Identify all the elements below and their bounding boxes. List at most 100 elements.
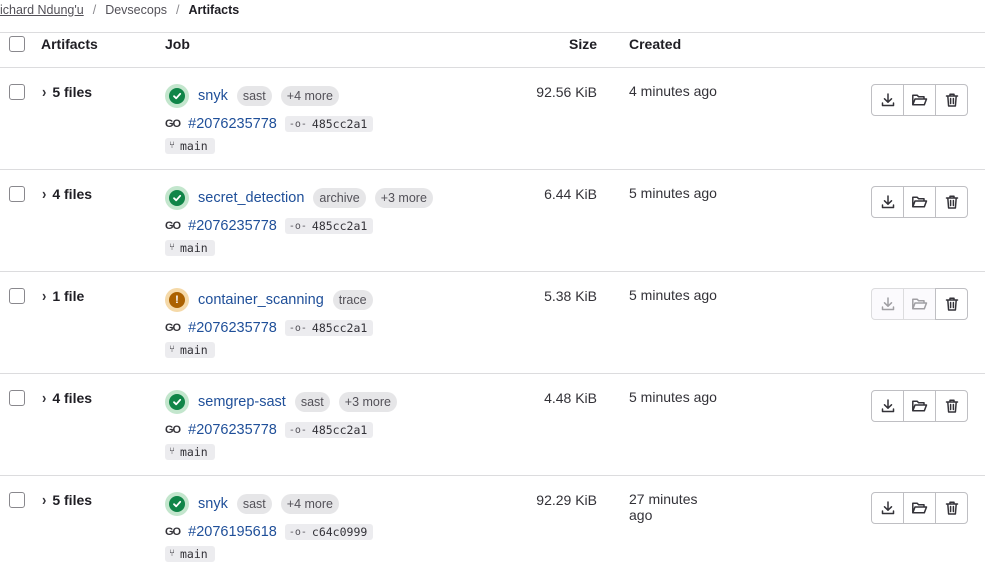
pipeline-id-link[interactable]: #2076235778: [188, 116, 277, 132]
job-tag-badge: sast: [236, 494, 272, 514]
browse-button[interactable]: [903, 288, 936, 320]
job-name-link[interactable]: secret_detection: [198, 190, 304, 206]
chevron-right-icon: ›: [42, 286, 47, 305]
exclamation-icon: !: [169, 292, 185, 308]
row-checkbox[interactable]: [9, 84, 25, 100]
branch-link[interactable]: ⑂ main: [165, 239, 215, 256]
breadcrumb-user-link[interactable]: ichard Ndung'u: [0, 3, 84, 17]
created-time: 5 minutes ago: [629, 389, 717, 405]
row-actions: [871, 288, 968, 320]
expand-files-toggle[interactable]: › 5 files: [42, 490, 92, 509]
commit-sha-link[interactable]: -o- 485cc2a1: [284, 116, 374, 132]
delete-button[interactable]: [935, 186, 968, 218]
expand-files-toggle[interactable]: › 5 files: [42, 82, 93, 101]
job-name-link[interactable]: container_scanning: [198, 292, 324, 308]
artifact-size: 5.38 KiB: [544, 288, 597, 304]
trash-icon: [944, 194, 960, 210]
commit-sha-link[interactable]: -o- 485cc2a1: [284, 320, 374, 336]
branch-name: main: [180, 138, 208, 153]
created-time: 4 minutes ago: [629, 83, 717, 99]
row-checkbox[interactable]: [9, 186, 25, 202]
pipeline-icon: GO: [165, 526, 181, 538]
download-button[interactable]: [871, 288, 904, 320]
warning-status-icon[interactable]: !: [165, 288, 189, 312]
commit-sha: 485cc2a1: [311, 423, 368, 437]
pipeline-id-link[interactable]: #2076235778: [188, 422, 277, 438]
browse-button[interactable]: [903, 390, 936, 422]
chevron-right-icon: ›: [42, 388, 47, 407]
branch-name: main: [180, 546, 208, 561]
pipeline-info: GO #2076235778 -o- 485cc2a1: [165, 216, 374, 236]
branch-icon: ⑂: [169, 548, 175, 559]
branch-info: ⑂ main: [165, 135, 215, 154]
job-tag-badge: archive: [313, 188, 366, 208]
breadcrumb-separator: /: [176, 3, 180, 17]
check-icon: [169, 394, 185, 410]
created-time: 5 minutes ago: [629, 185, 717, 201]
branch-icon: ⑂: [169, 140, 175, 151]
chevron-right-icon: ›: [42, 82, 47, 101]
row-actions: [871, 390, 968, 422]
commit-sha-link[interactable]: -o- 485cc2a1: [284, 218, 374, 234]
job-tag-badge: +3 more: [338, 392, 397, 412]
branch-name: main: [180, 240, 208, 255]
browse-button[interactable]: [903, 186, 936, 218]
pipeline-info: GO #2076235778 -o- 485cc2a1: [165, 114, 374, 134]
branch-link[interactable]: ⑂ main: [165, 545, 215, 562]
table-row: › 5 files snyk sast +4 more GO #2076195618 -o-c…: [0, 476, 985, 564]
folder-open-icon: [911, 500, 928, 516]
download-button[interactable]: [871, 84, 904, 116]
success-status-icon[interactable]: [165, 186, 189, 210]
expand-files-toggle[interactable]: › 4 files: [42, 388, 92, 407]
browse-button[interactable]: [903, 492, 936, 524]
expand-files-toggle[interactable]: › 4 files: [42, 184, 92, 203]
select-all-checkbox[interactable]: [9, 36, 25, 52]
pipeline-id-link[interactable]: #2076235778: [188, 320, 277, 336]
pipeline-info: GO #2076195618 -o-c64c0999: [165, 522, 374, 542]
download-button[interactable]: [871, 492, 904, 524]
branch-icon: ⑂: [169, 344, 175, 355]
commit-sha: c64c0999: [311, 525, 368, 539]
delete-button[interactable]: [935, 288, 968, 320]
job-tag-badge: +3 more: [374, 188, 433, 208]
success-status-icon[interactable]: [165, 492, 189, 516]
commit-sha: 485cc2a1: [311, 219, 368, 233]
job-info: secret_detection archive +3 more: [165, 186, 433, 210]
job-info: ! container_scanning trace: [165, 288, 373, 312]
delete-button[interactable]: [935, 84, 968, 116]
commit-icon: -o-: [288, 424, 307, 436]
branch-link[interactable]: ⑂ main: [165, 443, 215, 460]
breadcrumb: ichard Ndung'u / Devsecops / Artifacts: [0, 0, 239, 20]
file-count: 1 file: [52, 288, 85, 304]
download-button[interactable]: [871, 390, 904, 422]
job-info: snyk sast +4 more: [165, 84, 339, 108]
artifact-size: 92.29 KiB: [536, 492, 597, 508]
breadcrumb-project-link[interactable]: Devsecops: [105, 3, 167, 17]
trash-icon: [944, 92, 960, 108]
pipeline-id-link[interactable]: #2076195618: [188, 524, 277, 540]
job-name-link[interactable]: snyk: [198, 496, 228, 512]
branch-info: ⑂ main: [165, 237, 215, 256]
download-button[interactable]: [871, 186, 904, 218]
delete-button[interactable]: [935, 390, 968, 422]
branch-link[interactable]: ⑂ main: [165, 137, 215, 154]
expand-files-toggle[interactable]: › 1 file: [42, 286, 85, 305]
success-status-icon[interactable]: [165, 390, 189, 414]
success-status-icon[interactable]: [165, 84, 189, 108]
row-checkbox[interactable]: [9, 390, 25, 406]
branch-name: main: [180, 444, 208, 459]
delete-button[interactable]: [935, 492, 968, 524]
commit-sha-link[interactable]: -o- 485cc2a1: [284, 422, 374, 438]
job-name-link[interactable]: snyk: [198, 88, 228, 104]
browse-button[interactable]: [903, 84, 936, 116]
created-time: 27 minutes ago: [629, 491, 698, 523]
branch-link[interactable]: ⑂ main: [165, 341, 215, 358]
pipeline-id-link[interactable]: #2076235778: [188, 218, 277, 234]
job-name-link[interactable]: semgrep-sast: [198, 394, 286, 410]
file-count: 5 files: [52, 84, 93, 100]
trash-icon: [944, 398, 960, 414]
created-time: 5 minutes ago: [629, 287, 717, 303]
row-checkbox[interactable]: [9, 492, 25, 508]
commit-sha-link[interactable]: -o-c64c0999: [284, 524, 374, 540]
row-checkbox[interactable]: [9, 288, 25, 304]
